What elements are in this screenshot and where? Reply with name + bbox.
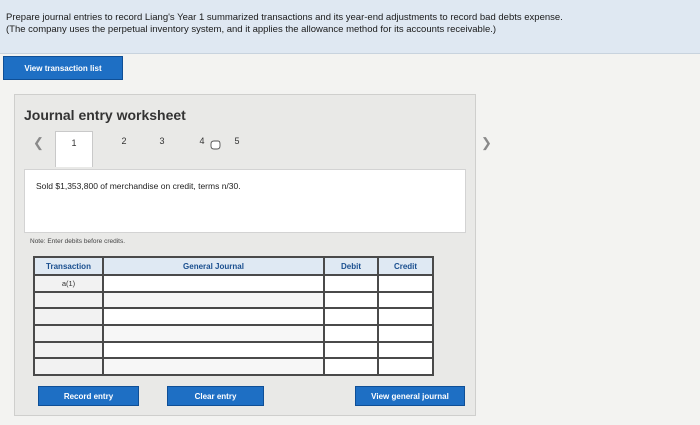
table-row [33, 290, 434, 310]
tab-4[interactable]: 4 [195, 136, 209, 146]
column-header-transaction: Transaction [33, 256, 104, 276]
account-input[interactable] [102, 340, 325, 360]
view-transaction-list-button[interactable]: View transaction list [3, 56, 123, 80]
journal-entry-worksheet: Journal entry worksheet ❮ 1 2 3 4 5 ❯ So… [14, 94, 492, 416]
credit-input[interactable] [377, 340, 434, 360]
view-general-journal-button[interactable]: View general journal [355, 386, 465, 406]
transaction-cell [33, 307, 104, 326]
journal-header-row: Transaction General Journal Debit Credit [33, 256, 434, 276]
transaction-cell: a(1) [33, 274, 104, 293]
instructions-line-2: (The company uses the perpetual inventor… [6, 24, 497, 35]
chevron-left-icon[interactable]: ❮ [33, 135, 44, 151]
account-input[interactable] [102, 307, 325, 326]
clear-entry-button[interactable]: Clear entry [167, 386, 264, 406]
table-row [33, 307, 434, 326]
credit-input[interactable] [377, 307, 434, 326]
tab-2[interactable]: 2 [117, 136, 131, 146]
tab-5[interactable]: 5 [230, 136, 244, 146]
debit-input[interactable] [323, 290, 379, 310]
instructions-banner: Prepare journal entries to record Liang'… [0, 0, 700, 54]
journal-table: Transaction General Journal Debit Credit… [33, 256, 434, 376]
account-input[interactable] [102, 323, 325, 343]
transaction-description: Sold $1,353,800 of merchandise on credit… [36, 181, 241, 191]
account-input[interactable] [102, 290, 325, 310]
table-row [33, 323, 434, 343]
tab-3[interactable]: 3 [155, 136, 169, 146]
debits-note: Note: Enter debits before credits. [30, 238, 126, 245]
debit-input[interactable] [323, 323, 379, 343]
instructions-line-1: Prepare journal entries to record Liang'… [6, 12, 563, 23]
debit-input[interactable] [323, 340, 379, 360]
credit-input[interactable] [377, 290, 434, 310]
column-header-credit: Credit [377, 256, 434, 276]
table-row: a(1) [33, 274, 434, 293]
credit-input[interactable] [377, 274, 434, 293]
account-input[interactable] [102, 357, 325, 376]
transaction-cell [33, 357, 104, 376]
table-row [33, 357, 434, 376]
transaction-cell [33, 340, 104, 360]
record-entry-button[interactable]: Record entry [38, 386, 139, 406]
hand-cursor-icon [210, 140, 221, 150]
credit-input[interactable] [377, 323, 434, 343]
chevron-right-icon[interactable]: ❯ [481, 135, 492, 151]
debit-input[interactable] [323, 307, 379, 326]
table-row [33, 340, 434, 360]
worksheet-title: Journal entry worksheet [24, 107, 186, 123]
debit-input[interactable] [323, 274, 379, 293]
transaction-tabs: ❮ 1 2 3 4 5 ❯ [25, 131, 492, 167]
credit-input[interactable] [377, 357, 434, 376]
transaction-description-box: Sold $1,353,800 of merchandise on credit… [24, 169, 466, 233]
transaction-cell [33, 290, 104, 310]
column-header-debit: Debit [323, 256, 379, 276]
account-input[interactable] [102, 274, 325, 293]
transaction-cell [33, 323, 104, 343]
column-header-general-journal: General Journal [102, 256, 325, 276]
tab-1[interactable]: 1 [55, 131, 93, 167]
debit-input[interactable] [323, 357, 379, 376]
